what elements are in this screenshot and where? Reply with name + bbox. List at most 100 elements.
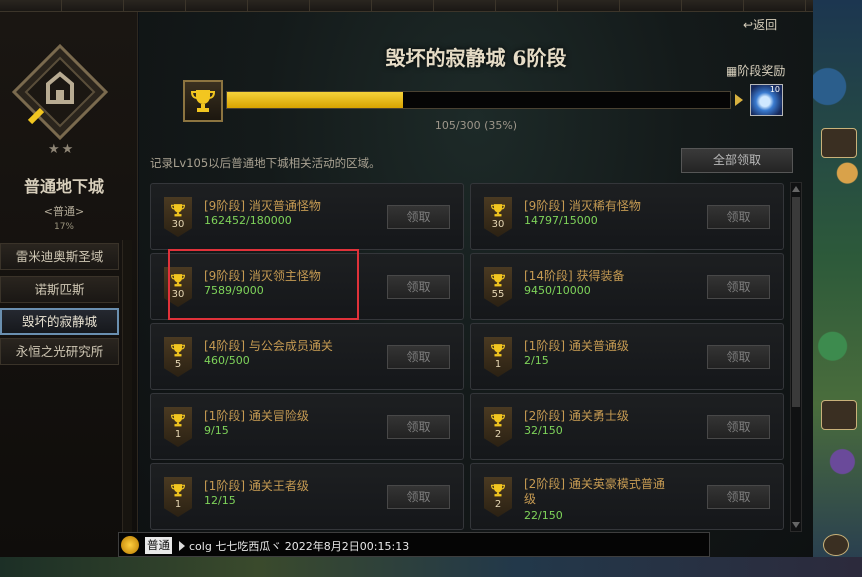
dungeon-percent: 17% — [53, 222, 74, 232]
achievement-title: [1阶段] 通关冒险级 — [204, 409, 309, 423]
trophy-badge-icon: 1 — [164, 477, 192, 517]
achievement-card: 1 [1阶段] 通关冒险级 9/15 领取 — [150, 393, 464, 460]
claim-button[interactable]: 领取 — [387, 415, 450, 439]
chat-bar[interactable]: 普通 colg 七七吃西瓜ヾ 2022年8月2日00:15:13 — [118, 532, 710, 557]
game-hud-icon[interactable] — [821, 128, 857, 158]
achievement-title: [2阶段] 通关勇士级 — [524, 409, 629, 423]
top-tab[interactable] — [434, 0, 496, 11]
top-tab[interactable] — [620, 0, 682, 11]
badge-level: 1 — [174, 499, 182, 510]
trophy-badge-icon: 1 — [484, 337, 512, 377]
claim-button[interactable]: 领取 — [387, 205, 450, 229]
achievement-title: [9阶段] 消灭稀有怪物 — [524, 199, 641, 213]
gift-icon: ▦ — [726, 64, 738, 78]
trophy-badge-icon: 30 — [484, 197, 512, 237]
achievement-title: [14阶段] 获得装备 — [524, 269, 625, 283]
highlight-box — [168, 249, 359, 320]
panel-description: 记录Lv105以后普通地下城相关活动的区域。 — [150, 156, 381, 170]
game-backdrop — [813, 0, 862, 577]
top-tab[interactable] — [186, 0, 248, 11]
top-tab[interactable] — [558, 0, 620, 11]
badge-level: 30 — [491, 219, 505, 230]
achievement-card: 5 [4阶段] 与公会成员通关 460/500 领取 — [150, 323, 464, 390]
scroll-thumb[interactable] — [792, 197, 800, 407]
claim-button[interactable]: 领取 — [707, 485, 770, 509]
reward-item-icon[interactable]: 10 — [750, 84, 783, 116]
area-item[interactable]: 雷米迪奥斯圣域 — [0, 243, 119, 270]
achievement-title: [2阶段] 通关英豪模式普通级 — [524, 477, 665, 506]
achievement-card: 30 [9阶段] 消灭稀有怪物 14797/15000 领取 — [470, 183, 784, 250]
achievement-card: 55 [14阶段] 获得装备 9450/10000 领取 — [470, 253, 784, 320]
achievement-card: 2 [2阶段] 通关勇士级 32/150 领取 — [470, 393, 784, 460]
trophy-badge-icon: 5 — [164, 337, 192, 377]
achievement-progress: 162452/180000 — [204, 214, 292, 227]
stage-progress-bar — [226, 91, 731, 109]
achievement-progress: 22/150 — [524, 509, 563, 522]
scroll-down-icon[interactable] — [792, 522, 800, 528]
trophy-badge-icon: 2 — [484, 477, 512, 517]
achievement-progress: 460/500 — [204, 354, 250, 367]
top-tab[interactable] — [744, 0, 806, 11]
top-tab[interactable] — [248, 0, 310, 11]
claim-button[interactable]: 领取 — [707, 415, 770, 439]
trophy-badge-icon: 55 — [484, 267, 512, 307]
claim-button[interactable]: 领取 — [387, 345, 450, 369]
top-tab[interactable] — [310, 0, 372, 11]
achievement-card: 1 [1阶段] 通关王者级 12/15 领取 — [150, 463, 464, 530]
scroll-up-icon[interactable] — [792, 186, 800, 192]
area-item-active[interactable]: 毁坏的寂静城 — [0, 308, 119, 335]
stage-progress-text: 105/300 (35%) — [434, 119, 518, 132]
stage-title: 毁坏的寂静城 6阶段 — [385, 46, 567, 70]
star-rating: ★★ — [48, 142, 76, 157]
area-item[interactable]: 永恒之光研究所 — [0, 338, 119, 365]
claim-button[interactable]: 领取 — [707, 275, 770, 299]
achievement-progress: 14797/15000 — [524, 214, 598, 227]
achievement-card: 1 [1阶段] 通关普通级 2/15 领取 — [470, 323, 784, 390]
badge-level: 5 — [174, 359, 182, 370]
stage-progress-fill — [227, 92, 404, 108]
achievement-progress: 9/15 — [204, 424, 229, 437]
channel-arrow-icon[interactable] — [179, 541, 185, 551]
stage-reward-button[interactable]: ▦阶段奖励 — [726, 62, 785, 79]
chat-input[interactable]: colg 七七吃西瓜ヾ 2022年8月2日00:15:13 — [189, 538, 409, 554]
stage-trophy-icon — [183, 80, 223, 122]
grid-scrollbar[interactable] — [790, 182, 802, 532]
badge-level: 2 — [494, 499, 502, 510]
back-button[interactable]: ↩返回 — [743, 16, 777, 33]
return-arrow-icon: ↩ — [743, 18, 754, 32]
achievement-panel: ↩返回 毁坏的寂静城 6阶段 ▦阶段奖励 10 105/300 (35%) 记录… — [139, 12, 813, 557]
claim-button[interactable]: 领取 — [707, 345, 770, 369]
emoji-icon[interactable] — [121, 536, 139, 554]
badge-level: 30 — [171, 219, 185, 230]
sidebar-scrollbar[interactable] — [122, 240, 132, 557]
game-hud-icon[interactable] — [821, 400, 857, 430]
top-tab[interactable] — [372, 0, 434, 11]
top-tab-strip — [0, 0, 815, 12]
achievement-progress: 12/15 — [204, 494, 236, 507]
achievement-title: [9阶段] 消灭普通怪物 — [204, 199, 321, 213]
achievement-progress: 9450/10000 — [524, 284, 591, 297]
claim-button[interactable]: 领取 — [387, 275, 450, 299]
top-tab[interactable] — [682, 0, 744, 11]
top-tab[interactable] — [0, 0, 62, 11]
dungeon-title: 普通地下城 — [23, 177, 104, 196]
dungeon-emblem-icon — [12, 44, 108, 140]
claim-button[interactable]: 领取 — [387, 485, 450, 509]
badge-level: 1 — [174, 429, 182, 440]
area-item[interactable]: 诺斯匹斯 — [0, 276, 119, 303]
trophy-badge-icon: 30 — [164, 197, 192, 237]
top-tab[interactable] — [124, 0, 186, 11]
chat-channel-select[interactable]: 普通 — [145, 537, 172, 554]
achievement-progress: 32/150 — [524, 424, 563, 437]
achievement-progress: 2/15 — [524, 354, 549, 367]
back-label: 返回 — [753, 18, 778, 32]
reward-count: 10 — [769, 85, 780, 94]
stage-reward-label: 阶段奖励 — [737, 64, 786, 78]
claim-button[interactable]: 领取 — [707, 205, 770, 229]
game-hud-icon[interactable] — [823, 534, 849, 556]
game-bottom-strip — [0, 557, 862, 577]
top-tab[interactable] — [496, 0, 558, 11]
claim-all-button[interactable]: 全部领取 — [681, 148, 793, 173]
top-tab[interactable] — [62, 0, 124, 11]
achievement-title: [1阶段] 通关王者级 — [204, 479, 309, 493]
